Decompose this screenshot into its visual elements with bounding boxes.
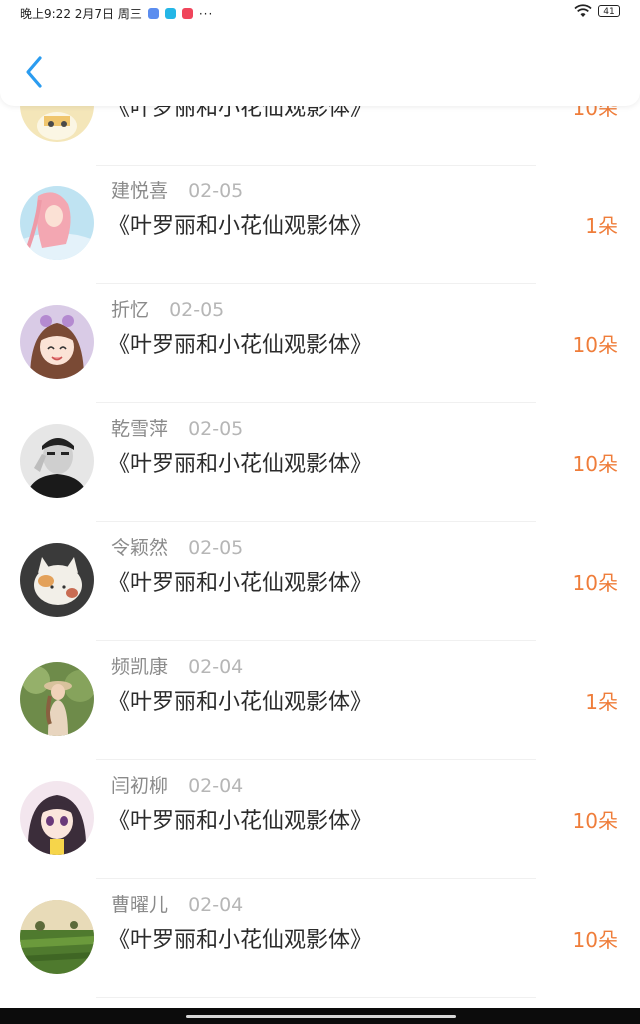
- item-title: 《叶罗丽和小花仙观影体》: [108, 809, 373, 834]
- item-title: 《叶罗丽和小花仙观影体》: [108, 690, 373, 715]
- gift-amount: 10朵: [572, 571, 618, 595]
- list-item[interactable]: 曹曜儿 02-04 《叶罗丽和小花仙观影体》 10朵: [0, 880, 640, 998]
- item-date: 02-05: [188, 180, 244, 202]
- user-name: 曹曜儿: [111, 894, 169, 916]
- item-meta: 曹曜儿 02-04: [111, 890, 243, 917]
- avatar: [20, 781, 94, 855]
- avatar: [20, 662, 94, 736]
- gift-amount: 1朵: [585, 690, 618, 714]
- divider: [96, 759, 536, 760]
- list-item[interactable]: 折忆 02-05 《叶罗丽和小花仙观影体》 10朵: [0, 285, 640, 403]
- gift-amount: 1朵: [585, 214, 618, 238]
- avatar: [20, 186, 94, 260]
- user-name: 频凯康: [111, 656, 169, 678]
- avatar: [20, 543, 94, 617]
- avatar: [20, 305, 94, 379]
- item-meta: 折忆 02-05: [111, 295, 224, 322]
- top-header: [0, 26, 640, 106]
- list-item[interactable]: 建悦喜 02-05 《叶罗丽和小花仙观影体》 1朵: [0, 166, 640, 284]
- divider: [96, 997, 536, 998]
- chevron-left-icon: [26, 56, 42, 88]
- item-title: 《叶罗丽和小花仙观影体》: [108, 214, 373, 239]
- divider: [96, 402, 536, 403]
- item-date: 02-05: [169, 299, 225, 321]
- list-item[interactable]: 频凯康 02-04 《叶罗丽和小花仙观影体》 1朵: [0, 642, 640, 760]
- gift-amount: 10朵: [572, 809, 618, 833]
- item-date: 02-05: [188, 537, 244, 559]
- item-date: 02-05: [188, 418, 244, 440]
- back-button[interactable]: [18, 52, 52, 92]
- gift-amount: 10朵: [572, 452, 618, 476]
- divider: [96, 283, 536, 284]
- app-notification-icon: [147, 8, 159, 19]
- bottom-bar: [0, 1008, 640, 1024]
- battery-icon: 41: [598, 5, 620, 17]
- list-item[interactable]: 闫初柳 02-04 《叶罗丽和小花仙观影体》 10朵: [0, 761, 640, 879]
- user-name: 令颖然: [111, 537, 169, 559]
- user-name: 乾雪萍: [111, 418, 169, 440]
- item-meta: 频凯康 02-04: [111, 652, 243, 679]
- avatar: [20, 424, 94, 498]
- item-date: 02-04: [188, 656, 244, 678]
- item-meta: 乾雪萍 02-05: [111, 414, 243, 441]
- status-bar: 晚上9:22 2月7日 周三 ··· 41: [0, 0, 640, 26]
- app-notification-icon: [181, 8, 193, 19]
- item-title: 《叶罗丽和小花仙观影体》: [108, 928, 373, 953]
- list-item[interactable]: 乾雪萍 02-05 《叶罗丽和小花仙观影体》 10朵: [0, 404, 640, 522]
- divider: [96, 521, 536, 522]
- more-notifications-icon: ···: [198, 6, 214, 21]
- avatar: [20, 900, 94, 974]
- item-meta: 令颖然 02-05: [111, 533, 243, 560]
- divider: [96, 878, 536, 879]
- app-notification-icon: [164, 8, 176, 19]
- item-title: 《叶罗丽和小花仙观影体》: [108, 571, 373, 596]
- status-left: 晚上9:22 2月7日 周三 ···: [20, 5, 213, 22]
- status-right: 41: [574, 4, 620, 18]
- item-title: 《叶罗丽和小花仙观影体》: [108, 452, 373, 477]
- user-name: 折忆: [111, 299, 150, 321]
- item-title: 《叶罗丽和小花仙观影体》: [108, 333, 373, 358]
- wifi-icon: [574, 4, 592, 17]
- item-date: 02-04: [188, 894, 244, 916]
- list-item[interactable]: 令颖然 02-05 《叶罗丽和小花仙观影体》 10朵: [0, 523, 640, 641]
- gift-amount: 10朵: [572, 333, 618, 357]
- user-name: 闫初柳: [111, 775, 169, 797]
- gift-amount: 10朵: [572, 928, 618, 952]
- item-meta: 建悦喜 02-05: [111, 176, 243, 203]
- home-indicator[interactable]: [186, 1015, 456, 1018]
- status-time: 晚上9:22 2月7日 周三: [20, 7, 142, 21]
- user-name: 建悦喜: [111, 180, 169, 202]
- item-meta: 闫初柳 02-04: [111, 771, 243, 798]
- item-date: 02-04: [188, 775, 244, 797]
- divider: [96, 640, 536, 641]
